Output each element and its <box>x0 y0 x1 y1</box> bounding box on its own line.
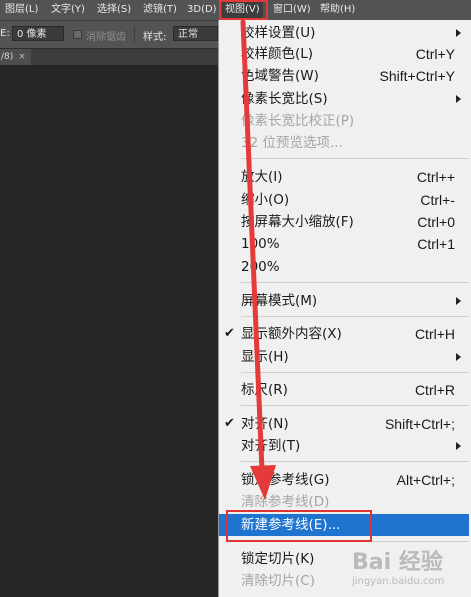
watermark: Bai 经验 jingyan.baidu.com <box>352 544 462 592</box>
annotation-arrow-shaft <box>240 19 265 473</box>
annotation-arrow <box>240 19 276 500</box>
watermark-text: Bai 经验 <box>352 550 443 575</box>
annotation-arrow-head <box>250 465 276 500</box>
watermark-subtext: jingyan.baidu.com <box>352 576 445 587</box>
